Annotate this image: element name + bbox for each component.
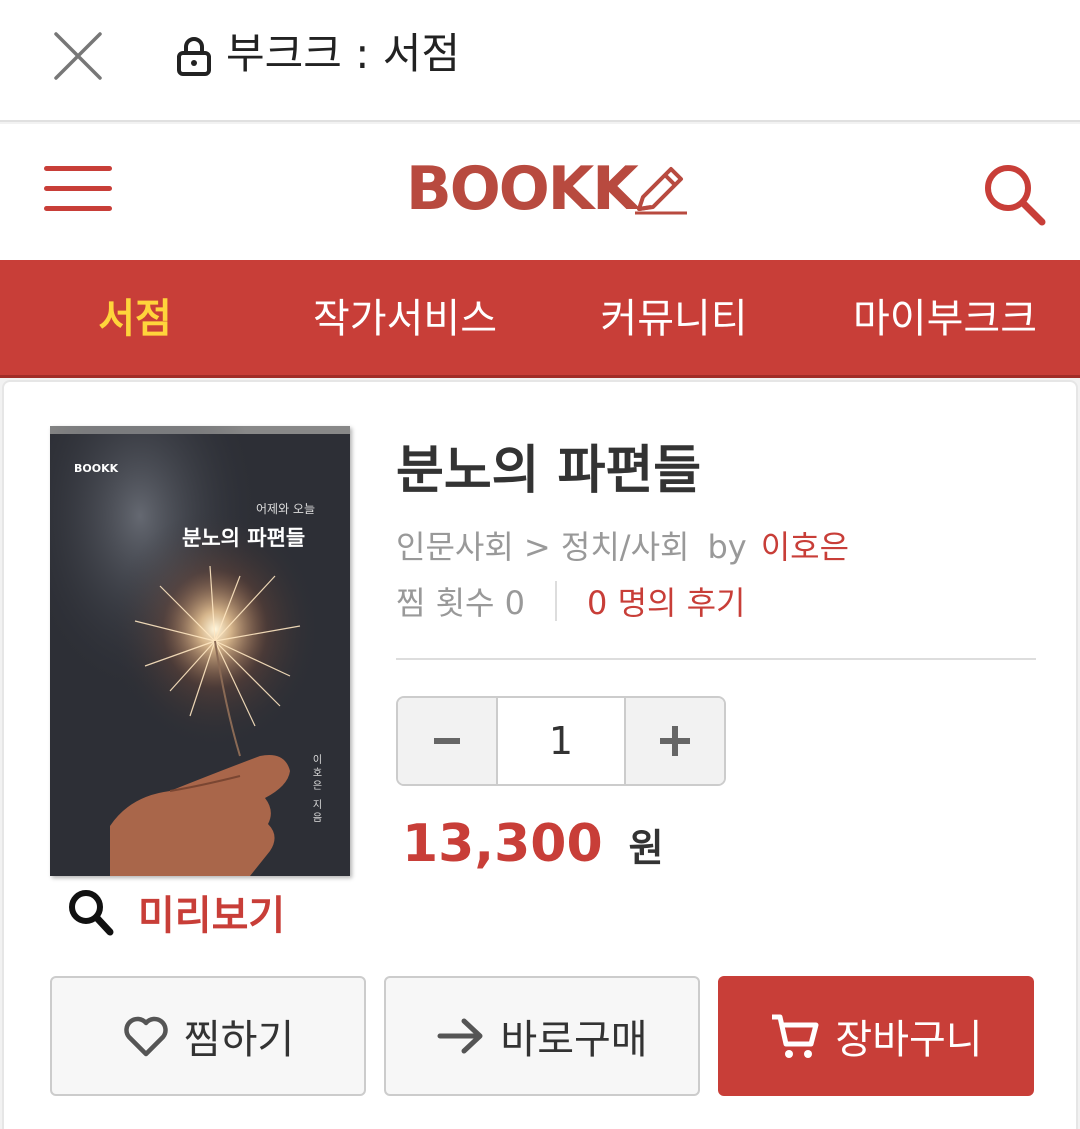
lock-icon	[177, 37, 211, 76]
magnifier-icon	[69, 890, 114, 936]
search-icon[interactable]	[980, 160, 1050, 230]
plus-button[interactable]	[626, 698, 724, 784]
bookk-logo[interactable]: BOOKK	[406, 154, 691, 224]
reviews-link[interactable]: 0 명의 후기	[587, 578, 745, 624]
price-value: 13,300	[402, 814, 603, 874]
price-currency: 원	[628, 826, 664, 870]
cart-button[interactable]: 장바구니	[718, 976, 1034, 1096]
logo-text: BOOKK	[406, 154, 639, 224]
browser-bar: 부크크 : 서점	[0, 0, 1080, 122]
cover-author: 이호은 지음	[310, 754, 321, 826]
quantity-stepper: 1	[396, 696, 726, 786]
preview-button[interactable]: 미리보기	[66, 882, 285, 942]
pencil-icon	[634, 167, 687, 215]
by-label: by	[707, 528, 747, 566]
book-cover[interactable]: BOOKK 어제와 오늘 분노의 파편들 이호은 지음	[50, 426, 350, 876]
cart-icon	[772, 1014, 819, 1058]
cover-brand: BOOKK	[74, 462, 119, 475]
cover-artwork	[50, 426, 350, 876]
close-icon[interactable]	[48, 26, 108, 86]
heart-icon	[124, 1016, 168, 1057]
tab-bookstore[interactable]: 서점	[56, 260, 214, 378]
book-category[interactable]: 인문사회 > 정치/사회	[396, 528, 689, 566]
minus-icon	[434, 738, 460, 744]
divider	[396, 658, 1036, 660]
book-title: 분노의 파편들	[396, 441, 702, 501]
wish-label: 찜하기	[183, 1017, 295, 1063]
quantity-value[interactable]: 1	[496, 698, 626, 784]
tab-community[interactable]: 커뮤니티	[588, 260, 760, 378]
tab-my-bookk[interactable]: 마이부크크	[840, 260, 1050, 378]
arrow-right-icon	[437, 1018, 483, 1054]
book-meta: 인문사회 > 정치/사회 by 이호은	[396, 522, 849, 568]
book-stats: 찜 횟수 0 0 명의 후기	[396, 578, 746, 624]
plus-icon	[660, 726, 690, 756]
page-title: 부크크 : 서점	[226, 29, 461, 78]
cover-subtitle: 어제와 오늘	[256, 502, 316, 516]
hamburger-menu-icon[interactable]	[44, 166, 112, 218]
site-header: BOOKK	[0, 124, 1080, 260]
minus-button[interactable]	[398, 698, 496, 784]
tab-author-services[interactable]: 작가서비스	[300, 260, 510, 378]
price: 13,300 원	[402, 814, 664, 874]
preview-label: 미리보기	[138, 893, 286, 939]
author-link[interactable]: 이호은	[761, 528, 849, 566]
wish-button[interactable]: 찜하기	[50, 976, 366, 1096]
product-card: BOOKK 어제와 오늘 분노의 파편들 이호은 지음 미리보기 분노의 파편들…	[2, 380, 1078, 1129]
main-nav: 서점 작가서비스 커뮤니티 마이부크크	[0, 260, 1080, 378]
wish-count: 찜 횟수 0	[396, 584, 526, 622]
cart-label: 장바구니	[835, 1017, 983, 1063]
buy-now-button[interactable]: 바로구매	[384, 976, 700, 1096]
separator	[555, 581, 558, 621]
buy-now-label: 바로구매	[500, 1017, 648, 1063]
cover-title: 분노의 파편들	[182, 526, 306, 550]
